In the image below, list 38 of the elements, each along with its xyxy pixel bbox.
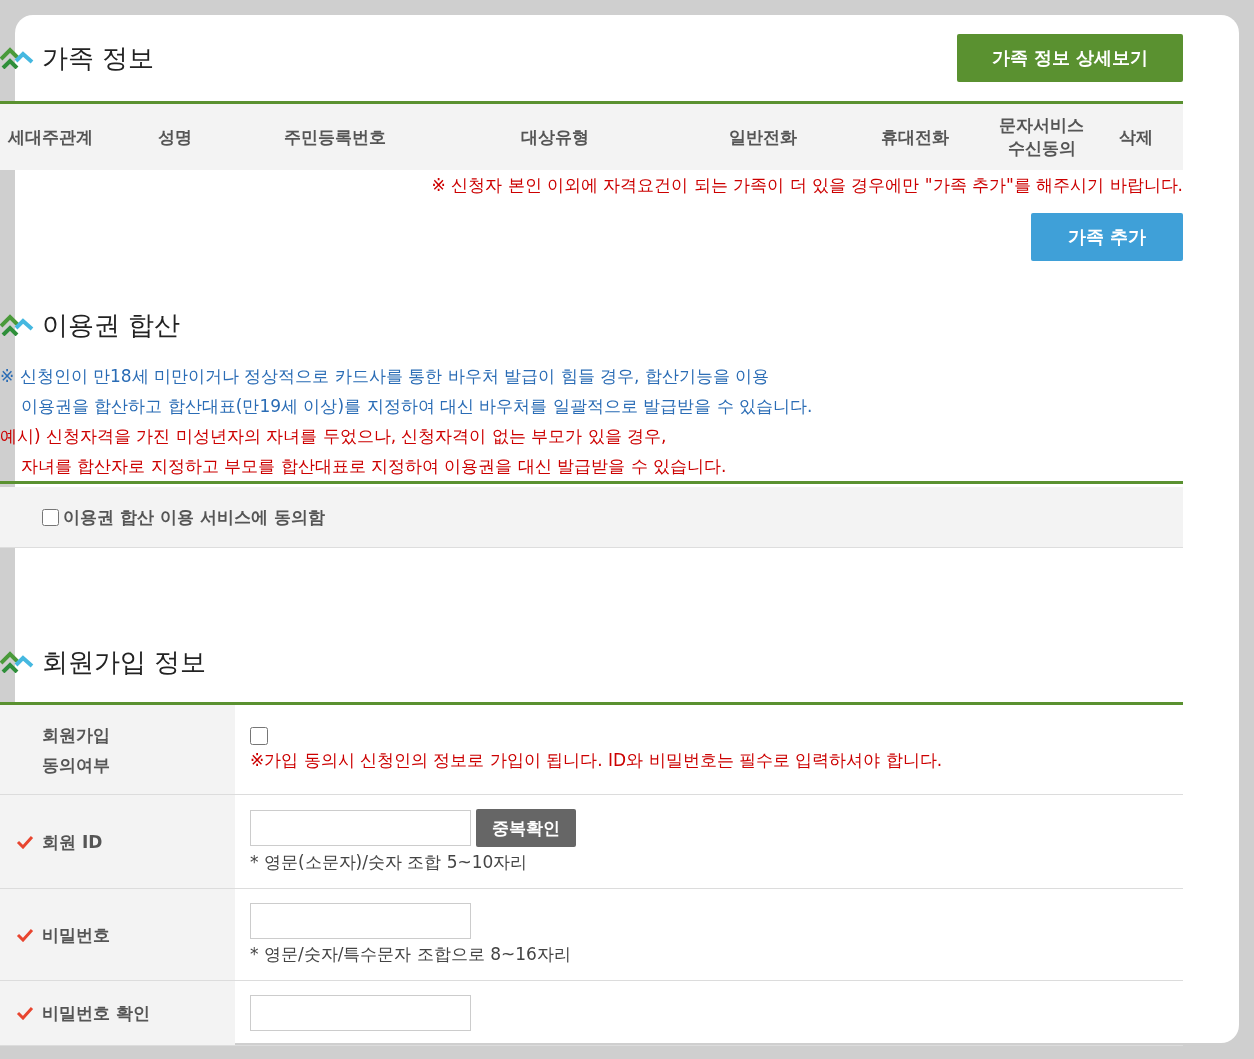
column-header: 휴대전화 <box>880 125 950 149</box>
check-icon <box>16 1006 34 1020</box>
column-header: 세대주관계 <box>6 125 94 149</box>
field-label: 회원 ID <box>42 830 103 854</box>
section-title: 회원가입 정보 <box>42 645 207 679</box>
info-text: 이용권을 합산하고 합산대표(만19세 이상)를 지정하여 대신 바우처를 일괄적으로 발급받을 수 있습니다. <box>20 395 814 418</box>
add-family-button[interactable]: 가족 추가 <box>1031 213 1183 261</box>
column-header: 주민등록번호 <box>283 125 387 149</box>
check-icon <box>16 927 34 942</box>
column-header: 대상유형 <box>520 125 590 149</box>
duplicate-check-button[interactable]: 중복확인 <box>476 809 576 847</box>
consent-note: ※가입 동의시 신청인의 정보로 가입이 됩니다. ID와 비밀번호는 필수로 입력하셔야 합니다. <box>250 749 944 772</box>
field-hint: * 영문(소문자)/숫자 조합 5~10자리 <box>250 851 529 874</box>
check-icon <box>16 834 34 849</box>
mountain-icon <box>0 651 34 673</box>
field-label: 회원가입 동의여부 <box>42 723 111 777</box>
agree-checkbox[interactable] <box>42 508 59 526</box>
info-text: ※ 신청인이 만18세 미만이거나 정상적으로 카드사를 통한 바우처 발급이 힘들 경우, 합산기능을 이용 <box>0 365 771 388</box>
mountain-icon <box>0 314 34 336</box>
section-title: 가족 정보 <box>42 41 155 75</box>
column-header: 성명 <box>157 125 193 149</box>
column-header: 문자서비스 수신동의 <box>998 114 1085 160</box>
mountain-icon <box>0 47 34 69</box>
section-title: 이용권 합산 <box>42 308 181 342</box>
input-field[interactable] <box>250 903 471 939</box>
column-header: 삭제 <box>1117 125 1154 149</box>
agree-label: 이용권 합산 이용 서비스에 동의함 <box>63 505 325 529</box>
consent-checkbox[interactable] <box>250 727 268 745</box>
input-field[interactable] <box>250 810 471 846</box>
field-label: 비밀번호 <box>42 923 110 947</box>
family-note: ※ 신청자 본인 이외에 자격요건이 되는 가족이 더 있을 경우에만 "가족 추가"를 해주시기 바랍니다. <box>430 174 1183 197</box>
example-text: 예시) 신청자격을 가진 미성년자의 자녀를 두었으나, 신청자격이 없는 부모가 있을 경우, <box>0 425 668 448</box>
field-hint: * 영문/숫자/특수문자 조합으로 8~16자리 <box>250 943 572 966</box>
example-text: 자녀를 합산자로 지정하고 부모를 합산대표로 지정하여 이용권을 대신 발급받을 수 있습니다. <box>20 455 728 478</box>
field-label: 비밀번호 확인 <box>42 1002 150 1025</box>
input-field[interactable] <box>250 995 471 1031</box>
column-header: 일반전화 <box>727 125 798 149</box>
family-detail-button[interactable]: 가족 정보 상세보기 <box>957 34 1183 82</box>
